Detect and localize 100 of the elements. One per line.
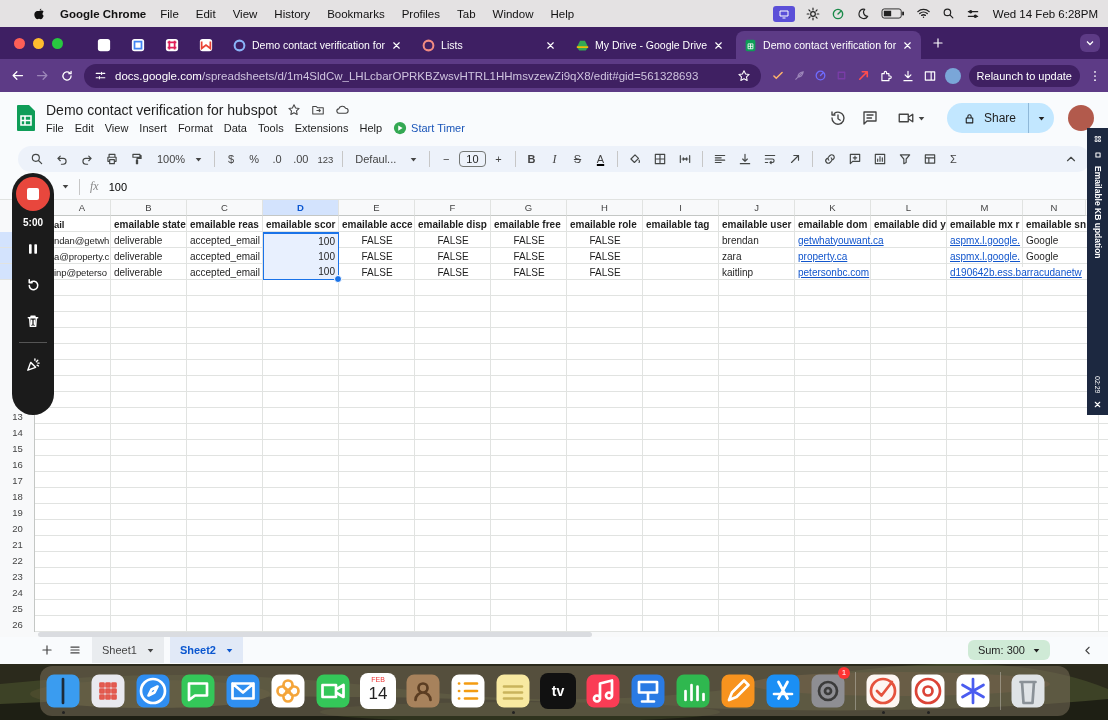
menu-item[interactable]: Bookmarks	[327, 7, 385, 20]
column-title: emailable state	[114, 218, 186, 230]
menu-item[interactable]: Format	[177, 121, 213, 134]
row-number: 23	[12, 570, 23, 582]
row-number: 22	[12, 554, 23, 566]
menu-item[interactable]: Extensions	[294, 121, 349, 134]
table-cell: FALSE	[513, 250, 545, 262]
start-timer-button[interactable]: Start Timer	[393, 120, 465, 135]
table-cell: accepted_email	[190, 234, 261, 246]
formula-input[interactable]: 100	[108, 180, 128, 193]
document-title[interactable]: Demo contact verification for hubspot	[46, 101, 278, 118]
bold-button[interactable]: B	[521, 148, 542, 170]
increase-font-size-button[interactable]: +	[488, 148, 509, 170]
column-title: emailable sn	[1026, 218, 1086, 230]
cell-link[interactable]: property.ca	[798, 250, 848, 262]
font-select[interactable]: Defaul...	[349, 153, 424, 165]
column-header[interactable]: G	[491, 200, 567, 216]
table-cell: 100	[318, 235, 335, 247]
menu-item[interactable]: History	[274, 7, 311, 20]
column-title: emailable free	[494, 218, 561, 230]
column-header[interactable]: I	[643, 200, 719, 216]
text-color-button[interactable]: A	[590, 148, 611, 170]
table-cell: deliverable	[114, 234, 163, 246]
column-header[interactable]: D	[263, 200, 339, 216]
relaunch-button[interactable]: Relaunch to update	[968, 64, 1080, 87]
decrease-decimal-button[interactable]: .0	[267, 148, 288, 170]
table-cell: ndan@getwh	[54, 234, 110, 246]
column-header[interactable]: N	[1023, 200, 1086, 216]
column-header[interactable]: L	[871, 200, 947, 216]
column-title: emailable tag	[646, 218, 710, 230]
font-size-field[interactable]: 10	[459, 151, 486, 167]
row-number: 15	[12, 442, 23, 454]
menu-item[interactable]: Window	[492, 7, 534, 20]
column-title: emailable mx r	[950, 218, 1020, 230]
column-title: emailable user	[722, 218, 792, 230]
zoom-select[interactable]: 100%	[151, 153, 209, 165]
app-name[interactable]: Google Chrome	[60, 7, 147, 20]
column-header[interactable]: K	[795, 200, 871, 216]
browser-tab[interactable]: Demo contact verification for	[736, 31, 922, 59]
column-title: emailable did y	[874, 218, 946, 230]
table-cell: FALSE	[589, 266, 621, 278]
menu-item[interactable]: Insert	[139, 121, 167, 134]
menu-item[interactable]: Profiles	[401, 7, 440, 20]
row-number: 26	[12, 618, 23, 630]
strikethrough-button[interactable]: S	[567, 148, 588, 170]
menu-item[interactable]: Edit	[74, 121, 94, 134]
sum-button[interactable]: Sum: 300	[967, 640, 1050, 660]
table-cell: FALSE	[361, 234, 393, 246]
currency-button[interactable]: $	[221, 148, 242, 170]
menu-item[interactable]: View	[232, 7, 258, 20]
decrease-font-size-button[interactable]: −	[436, 148, 457, 170]
browser-tab[interactable]: Demo contact verification for	[225, 31, 411, 59]
column-header[interactable]: A	[54, 200, 111, 216]
sheet-tab[interactable]: Sheet1	[92, 637, 164, 663]
functions-button[interactable]: Σ	[943, 148, 964, 170]
number-format-button[interactable]: 123	[314, 148, 337, 170]
column-header[interactable]: F	[415, 200, 491, 216]
cell-link[interactable]: getwhatyouwant.ca	[798, 234, 884, 246]
menu-item[interactable]: Tools	[257, 121, 284, 134]
menu-item[interactable]: Edit	[195, 7, 216, 20]
sheet-tab[interactable]: Sheet2	[169, 637, 243, 663]
url-text: docs.google.com/spreadsheets/d/1m4SldCw_LHLcbarOPRKBZwsvHTRL1HHmsvzewZi9qX8/edit#gid=561328693	[115, 69, 699, 82]
menu-item[interactable]: View	[104, 121, 129, 134]
tv-app-icon[interactable]: tv	[540, 673, 576, 709]
cell-link[interactable]: petersonbc.com	[798, 266, 870, 278]
menu-item[interactable]: Help	[550, 7, 575, 20]
menu-item[interactable]: File	[46, 121, 64, 134]
browser-tab[interactable]: My Drive - Google Drive	[568, 31, 733, 59]
increase-decimal-button[interactable]: .00	[290, 148, 312, 170]
column-header[interactable]: E	[339, 200, 415, 216]
column-title: emailable role	[570, 218, 637, 230]
table-cell: FALSE	[437, 250, 469, 262]
column-header[interactable]: H	[567, 200, 643, 216]
column-title: emailable disp	[418, 218, 487, 230]
row-number: 13	[12, 410, 23, 422]
clock[interactable]: Wed 14 Feb 6:28PM	[992, 7, 1098, 20]
table-cell: zara	[722, 250, 742, 262]
table-cell: a@property.c	[54, 250, 110, 262]
column-header[interactable]: M	[947, 200, 1023, 216]
percent-button[interactable]: %	[244, 148, 265, 170]
row-number: 17	[12, 474, 23, 486]
cell-link[interactable]: aspmx.l.google.	[950, 250, 1021, 262]
table-cell: FALSE	[589, 234, 621, 246]
cell-link[interactable]: aspmx.l.google.	[950, 234, 1021, 246]
menu-item[interactable]: Help	[359, 121, 383, 134]
column-header[interactable]: J	[719, 200, 795, 216]
table-cell: 100	[318, 266, 335, 277]
table-cell: accepted_email	[190, 266, 261, 278]
column-title: emailable scor	[266, 218, 336, 230]
tab-title: Demo contact verification for	[252, 39, 386, 51]
column-header[interactable]: C	[187, 200, 263, 216]
address-field[interactable]: docs.google.com/spreadsheets/d/1m4SldCw_LHLcbarOPRKBZwsvHTRL1HHmsvzewZi9qX8/edit#gid=561328693	[84, 63, 761, 88]
italic-button[interactable]: I	[544, 148, 565, 170]
menu-item[interactable]: Tab	[457, 7, 476, 20]
browser-tab[interactable]: Lists	[414, 31, 565, 59]
column-title: ail	[54, 218, 65, 230]
cell-link[interactable]: d190642b.ess.barracudanetw	[950, 266, 1082, 278]
column-header[interactable]: B	[111, 200, 187, 216]
menu-item[interactable]: Data	[223, 121, 247, 134]
menu-item[interactable]: File	[160, 7, 179, 20]
